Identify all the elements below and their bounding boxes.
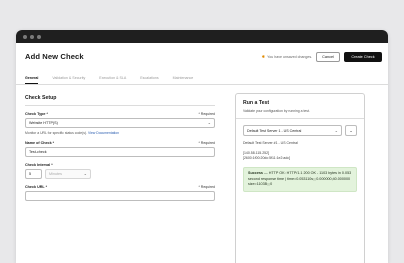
page-title: Add New Check [25,52,84,61]
url-label: Check URL * [25,184,48,189]
section-title: Check Setup [25,95,57,101]
name-label: Name of Check * [25,140,55,145]
create-check-button[interactable]: Create Check [344,51,382,62]
view-documentation-link[interactable]: View Documentation [88,131,119,135]
result-text: — HTTP OK: HTTP/1.1 200 OK - 1103 bytes … [248,171,352,187]
chevron-down-icon: ⌄ [207,120,211,126]
interval-label: Check Interval * [25,162,53,167]
chevron-down-icon: ⌄ [334,128,338,133]
interval-input[interactable]: 5 [25,168,42,179]
name-value: Test-check [29,149,47,154]
tab-execution-sla[interactable]: Execution & SLA [99,76,126,84]
tab-general[interactable]: General [25,76,39,84]
chevron-down-icon: ⌄ [83,171,87,177]
required-marker: * Required [198,184,215,189]
run-test-title: Run a Test [243,100,270,106]
check-type-value: Website HTTP(S) [29,120,58,125]
url-input[interactable] [25,190,215,201]
header-actions: ✱ You have unsaved changes. Cancel Creat… [262,51,382,62]
test-server-select[interactable]: Default Test Server 1 - US Central ⌄ [243,125,342,136]
unsaved-text: You have unsaved changes. [267,54,313,59]
check-type-select[interactable]: Website HTTP(S) ⌄ [25,117,215,128]
interval-label-row: Check Interval * [25,163,215,167]
server-ipv6: [2600:1f00:20dc:5f11:1e2:adc] [243,156,291,160]
main-content: Check Setup Check Type * * Required Webs… [16,85,388,263]
tab-bar: General Validation & Security Execution … [16,70,388,85]
check-type-help-text: Monitor a URL for specific status code(s… [25,130,88,135]
page-header: Add New Check ✱ You have unsaved changes… [16,43,388,70]
required-marker: * Required [198,140,215,145]
run-test-subtitle: Validate your configuration by running a… [243,109,310,113]
result-status: Success [248,171,263,175]
server-addresses: [140.58.115.252] [2600:1f00:20dc:5f11:1e… [243,151,357,161]
name-label-row: Name of Check * * Required [25,141,215,145]
divider [25,105,215,106]
cancel-button[interactable]: Cancel [316,51,340,62]
interval-unit-value: Minutes [49,171,62,176]
check-type-label-row: Check Type * * Required [25,112,215,116]
interval-row: 5 Minutes ⌄ [25,168,215,179]
required-marker: * Required [198,111,215,116]
test-result-box: Success — HTTP OK: HTTP/1.1 200 OK - 110… [243,167,357,192]
window-titlebar [16,30,388,43]
unsaved-star-icon: ✱ [261,54,266,59]
interval-unit-select[interactable]: Minutes ⌄ [45,168,91,179]
app-window: Add New Check ✱ You have unsaved changes… [16,30,388,263]
url-label-row: Check URL * * Required [25,185,215,189]
chevron-down-icon: ⌄ [349,128,353,133]
tab-escalations[interactable]: Escalations [140,76,158,84]
window-dot-icon[interactable] [23,34,27,39]
tab-maintenance[interactable]: Maintenance [173,76,194,84]
window-dot-icon[interactable] [30,34,34,39]
unsaved-notice: ✱ You have unsaved changes. [262,54,313,59]
run-test-body: Default Test Server 1 - US Central ⌄ ⌄ D… [236,125,364,192]
window-dot-icon[interactable] [37,34,41,39]
server-row: Default Test Server 1 - US Central ⌄ ⌄ [243,125,357,136]
server-name: Default Test Server #1 - US Central [243,141,298,145]
tab-validation-security[interactable]: Validation & Security [52,76,85,84]
check-setup-form: Check Setup Check Type * * Required Webs… [25,85,215,201]
check-type-help: Monitor a URL for specific status code(s… [25,131,215,135]
name-input[interactable]: Test-check [25,146,215,157]
run-test-panel: Run a Test Validate your configuration b… [235,93,365,263]
run-test-header: Run a Test Validate your configuration b… [236,94,364,119]
server-options-button[interactable]: ⌄ [345,125,357,136]
test-server-value: Default Test Server 1 - US Central [247,128,302,133]
check-type-label: Check Type * [25,111,48,116]
